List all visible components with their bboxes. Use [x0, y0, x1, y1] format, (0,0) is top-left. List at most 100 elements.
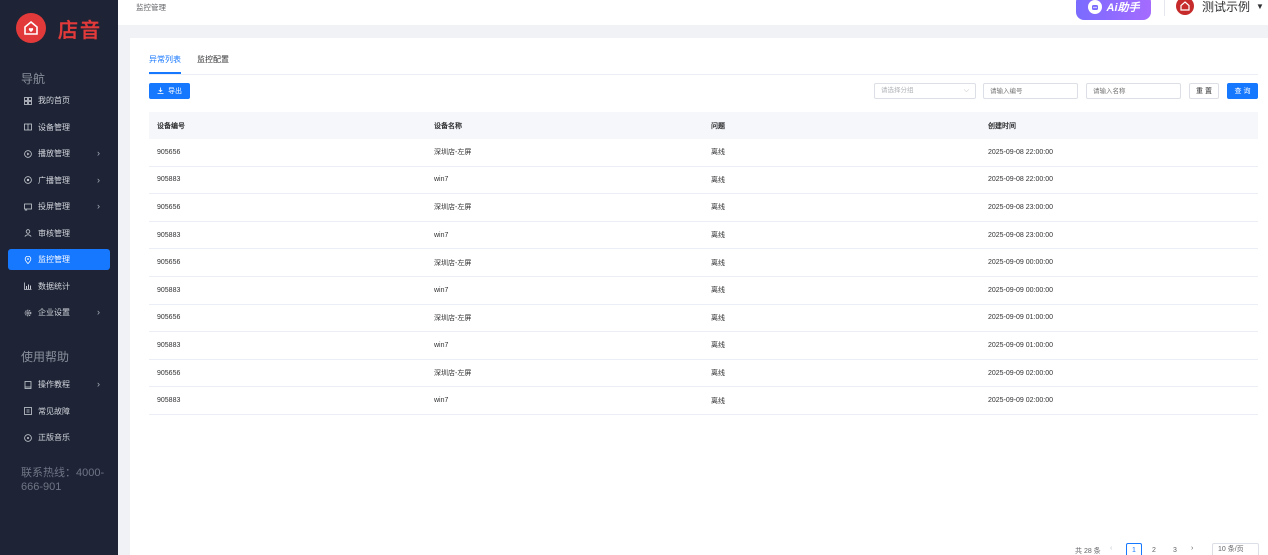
- sidebar-item-devices[interactable]: 设备管理: [8, 117, 110, 138]
- brand[interactable]: 店音: [0, 0, 118, 56]
- table-cell: 2025-09-08 22:00:00: [988, 148, 1053, 156]
- table-cell: 深圳店-左屏: [434, 370, 472, 378]
- table-cell: 离线: [711, 370, 725, 378]
- ai-assistant-label: Ai助手: [1106, 2, 1140, 14]
- chevron-left-icon[interactable]: ‹: [1110, 545, 1112, 552]
- user-menu[interactable]: 测试示例 ▼: [1176, 0, 1264, 15]
- top-bar: 监控管理 Ai助手 测试示例 ▼: [118, 0, 1268, 25]
- table-cell: 离线: [711, 397, 725, 405]
- sidebar-item-label: 播放管理: [38, 149, 70, 158]
- table-cell: 2025-09-09 00:00:00: [988, 286, 1053, 294]
- table-cell: win7: [434, 341, 449, 349]
- avatar: [1176, 0, 1194, 15]
- table-row[interactable]: 905656 深圳店-左屏 离线 2025-09-09 02:00:00: [149, 360, 1258, 388]
- table-cell: 905656: [157, 314, 181, 322]
- table-cell: 905883: [157, 231, 181, 239]
- page-button[interactable]: 2: [1146, 543, 1162, 555]
- help-section-title: 使用帮助: [21, 350, 70, 364]
- table-row[interactable]: 905656 深圳店-左屏 离线 2025-09-08 22:00:00: [149, 139, 1258, 167]
- tab-exception-list[interactable]: 异常列表: [149, 54, 181, 74]
- user-name: 测试示例: [1202, 0, 1251, 14]
- table-cell: 离线: [711, 287, 725, 295]
- cast-icon: [23, 202, 32, 211]
- table-row[interactable]: 905883 win7 离线 2025-09-08 22:00:00: [149, 167, 1258, 195]
- sidebar-item-cast[interactable]: 投屏管理 ›: [8, 196, 110, 217]
- sidebar-item-enterprise-settings[interactable]: 企业设置 ›: [8, 302, 110, 323]
- chart-icon: [23, 282, 32, 291]
- sidebar-item-music[interactable]: 正版音乐: [8, 427, 110, 448]
- caret-down-icon: ▼: [1256, 1, 1264, 11]
- sidebar-item-label: 我的首页: [38, 96, 70, 105]
- pagination-total: 共 28 条: [1075, 548, 1101, 555]
- sidebar-item-broadcast[interactable]: 广播管理 ›: [8, 170, 110, 191]
- page-button[interactable]: 1: [1126, 543, 1142, 555]
- play-icon: [23, 149, 32, 158]
- table-row[interactable]: 905883 win7 离线 2025-09-09 00:00:00: [149, 277, 1258, 305]
- sidebar-item-tutorial[interactable]: 操作教程 ›: [8, 374, 110, 395]
- breadcrumb: 监控管理: [136, 3, 166, 12]
- hotline: 联系热线：4000-666-901: [21, 467, 105, 493]
- table-row[interactable]: 905656 深圳店-左屏 离线 2025-09-09 01:00:00: [149, 305, 1258, 333]
- table-cell: 离线: [711, 232, 725, 240]
- table-cell: 905883: [157, 341, 181, 349]
- sidebar-item-label: 企业设置: [38, 308, 70, 317]
- query-button[interactable]: 查 询: [1227, 83, 1258, 99]
- table-row[interactable]: 905883 win7 离线 2025-09-08 23:00:00: [149, 222, 1258, 250]
- export-button[interactable]: 导出: [149, 83, 190, 99]
- column-header: 设备名称: [434, 122, 462, 130]
- table-row[interactable]: 905656 深圳店-左屏 离线 2025-09-08 23:00:00: [149, 194, 1258, 222]
- column-header: 设备编号: [157, 122, 185, 130]
- nav-section-title: 导航: [21, 72, 46, 86]
- table-cell: 离线: [711, 204, 725, 212]
- brand-name: 店音: [58, 19, 102, 42]
- ai-assistant-button[interactable]: Ai助手: [1076, 0, 1151, 20]
- name-input[interactable]: [1086, 83, 1181, 99]
- chevron-down-icon: ⌵: [963, 87, 969, 94]
- column-header: 问题: [711, 122, 725, 130]
- group-select[interactable]: 请选择分组 ⌵: [874, 83, 976, 99]
- location-icon: [23, 255, 32, 264]
- sidebar-item-home[interactable]: 我的首页: [8, 90, 110, 111]
- table-row[interactable]: 905883 win7 离线 2025-09-09 02:00:00: [149, 387, 1258, 415]
- table-body: 905656 深圳店-左屏 离线 2025-09-08 22:00:00 905883 w…: [149, 139, 1258, 415]
- table-cell: 2025-09-08 23:00:00: [988, 231, 1053, 239]
- table-row[interactable]: 905656 深圳店-左屏 离线 2025-09-09 00:00:00: [149, 249, 1258, 277]
- table-cell: 深圳店-左屏: [434, 314, 472, 322]
- table-row[interactable]: 905883 win7 离线 2025-09-09 01:00:00: [149, 332, 1258, 360]
- sidebar-item-stats[interactable]: 数据统计: [8, 276, 110, 297]
- page-size-select[interactable]: 10 条/页: [1212, 543, 1259, 555]
- sidebar-item-playback[interactable]: 播放管理 ›: [8, 143, 110, 164]
- sidebar-item-faults[interactable]: 常见故障: [8, 401, 110, 422]
- chevron-right-icon: ›: [97, 174, 100, 185]
- grid-icon: [23, 96, 32, 105]
- table-cell: 905883: [157, 176, 181, 184]
- sidebar-item-label: 数据统计: [38, 281, 70, 291]
- table-cell: 深圳店-左屏: [434, 204, 472, 212]
- tabs-divider: [149, 74, 1258, 75]
- table-cell: 2025-09-08 23:00:00: [988, 203, 1053, 211]
- table-cell: 905883: [157, 397, 181, 405]
- sidebar-item-monitor[interactable]: 监控管理: [8, 249, 110, 270]
- reset-button[interactable]: 重 置: [1189, 83, 1219, 99]
- divider: [1164, 0, 1165, 16]
- table-cell: 905656: [157, 369, 181, 377]
- tabs: 异常列表 监控配置: [149, 54, 245, 74]
- sidebar-item-review[interactable]: 审核管理: [8, 223, 110, 244]
- device-icon: [23, 123, 32, 132]
- gear-icon: [23, 308, 32, 317]
- table-cell: 2025-09-09 00:00:00: [988, 259, 1053, 267]
- table-cell: 905656: [157, 203, 181, 211]
- chevron-right-icon[interactable]: ›: [1191, 545, 1193, 552]
- content-card: 异常列表 监控配置 导出 请选择分组 ⌵ 重 置 查 询 设备编号 设备名称 问…: [130, 38, 1268, 555]
- sidebar-item-label: 审核管理: [38, 228, 70, 238]
- fault-icon: [23, 407, 32, 416]
- table-cell: win7: [434, 231, 449, 239]
- table-cell: 离线: [711, 176, 725, 184]
- page-button[interactable]: 3: [1167, 543, 1183, 555]
- sidebar-item-label: 操作教程: [38, 380, 70, 389]
- sidebar-item-label: 监控管理: [38, 255, 70, 264]
- table-cell: 2025-09-09 01:00:00: [988, 341, 1053, 349]
- sidebar-item-label: 投屏管理: [38, 202, 70, 211]
- tab-monitor-config[interactable]: 监控配置: [197, 54, 229, 74]
- code-input[interactable]: [983, 83, 1078, 99]
